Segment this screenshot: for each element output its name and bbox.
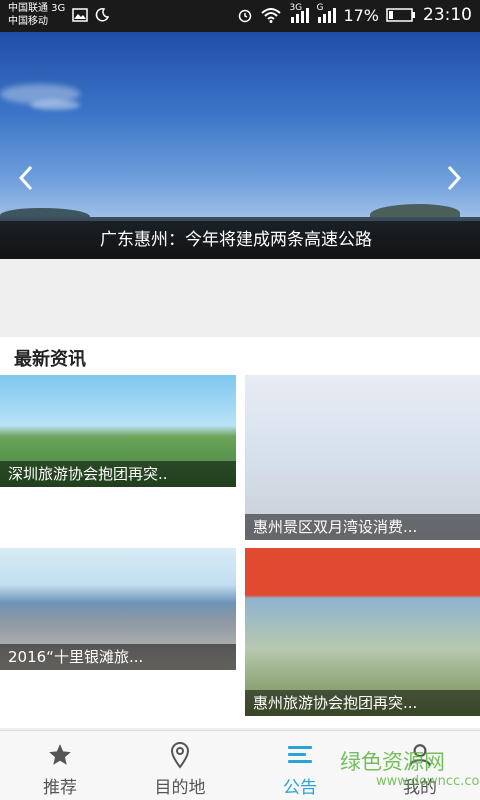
news-card-title: 惠州景区双月湾设消费... [245, 514, 480, 540]
battery-icon [386, 8, 415, 22]
chevron-left-icon [18, 165, 33, 191]
chevron-right-icon [447, 165, 462, 191]
image-notification-icon [72, 8, 88, 22]
network-3g-label: 3G [289, 3, 303, 13]
news-section: 最新资讯 深圳旅游协会抱团再突.. 惠州景区双月湾设消费... 2016“十里银… [0, 337, 480, 728]
banner-caption: 广东惠州：今年将建成两条高速公路 [0, 221, 480, 259]
spacer [0, 259, 480, 333]
moon-icon [95, 8, 110, 22]
nav-label: 推荐 [43, 778, 77, 798]
news-card-title: 2016“十里银滩旅... [0, 644, 236, 670]
nav-label: 公告 [283, 778, 317, 798]
announcement-icon [288, 746, 312, 763]
carousel-prev-button[interactable] [14, 163, 38, 193]
news-card-2[interactable]: 惠州景区双月湾设消费... [245, 375, 480, 540]
news-card-title: 深圳旅游协会抱团再突.. [0, 461, 236, 487]
news-card-3[interactable]: 2016“十里银滩旅... [0, 548, 236, 670]
carrier-info: 中国联通 3G 中国移动 [8, 2, 65, 28]
carousel-next-button[interactable] [442, 163, 466, 193]
battery-percent: 17% [343, 5, 379, 25]
watermark-text: 绿色资源网 [340, 750, 445, 774]
carrier-2: 中国移动 [8, 16, 48, 27]
network-g-label: G [316, 3, 324, 13]
banner-carousel[interactable]: 广东惠州：今年将建成两条高速公路 [0, 32, 480, 259]
clock: 23:10 [423, 5, 472, 25]
section-title: 最新资讯 [14, 349, 86, 370]
location-pin-icon [170, 741, 190, 769]
status-bar: 中国联通 3G 中国移动 3G G 17% 23:10 [0, 0, 480, 32]
news-card-title: 惠州旅游协会抱团再突... [245, 690, 480, 716]
alarm-icon [239, 9, 252, 23]
watermark: 绿色资源网 www.downcc.com [318, 744, 480, 800]
wifi-icon [261, 8, 282, 23]
news-card-1[interactable]: 深圳旅游协会抱团再突.. [0, 375, 236, 487]
watermark-url: www.downcc.com [376, 774, 480, 789]
star-icon [49, 744, 71, 765]
nav-label: 目的地 [154, 778, 206, 798]
nav-destination[interactable]: 目的地 [120, 731, 240, 800]
nav-recommend[interactable]: 推荐 [0, 731, 120, 800]
carrier-1: 中国联通 3G [8, 3, 66, 14]
news-card-4[interactable]: 惠州旅游协会抱团再突... [245, 548, 480, 716]
